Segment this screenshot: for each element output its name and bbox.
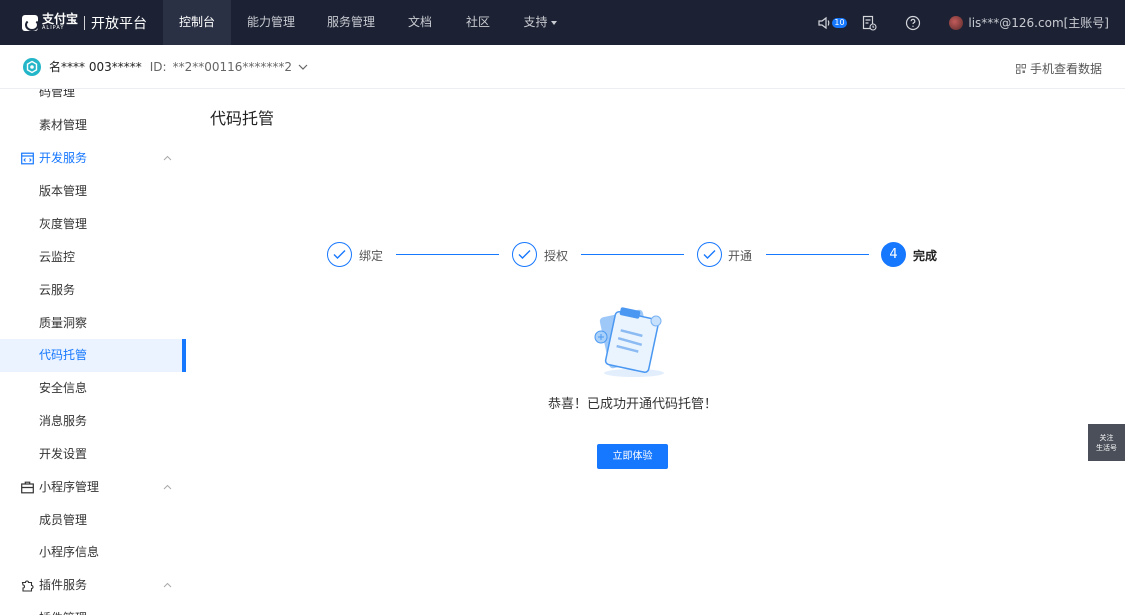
nav-capability-management[interactable]: 能力管理 [231,0,311,45]
nav-support-label: 支持 [523,15,548,29]
page-title: 代码托管 [210,109,275,128]
step-2-label: 授权 [544,249,569,263]
sidebar-item-quality-insight[interactable]: 质量洞察 [0,307,186,340]
alipay-logo[interactable]: 支付宝 ALIPAY 开放平台 [0,0,163,45]
step-1-label: 绑定 [359,249,384,263]
logo-divider [84,15,86,30]
sidebar-item-miniapp-info[interactable]: 小程序信息 [0,536,186,569]
sidebar-item-message-service[interactable]: 消息服务 [0,405,186,438]
sidebar-item-code-management[interactable]: 码管理 [0,89,186,109]
nav-community[interactable]: 社区 [449,0,507,45]
sidebar-item-materials[interactable]: 素材管理 [0,109,186,142]
sidebar-item-dev-settings[interactable]: 开发设置 [0,438,186,471]
sidebar-item-cloud-service[interactable]: 云服务 [0,274,186,307]
clipboard-success-illustration [594,307,664,377]
nav-support[interactable]: 支持 [507,0,573,45]
chevron-down-icon[interactable] [298,62,308,72]
sidebar-group-miniapp-management[interactable]: 小程序管理 [0,471,186,504]
success-message: 恭喜！已成功开通代码托管！ [547,397,717,412]
briefcase-icon [21,481,34,494]
sidebar-item-version-management[interactable]: 版本管理 [0,175,186,208]
notification-speaker-icon[interactable]: 10 [817,15,847,31]
top-navigation-bar: 支付宝 ALIPAY 开放平台 控制台 能力管理 服务管理 文档 社区 支持 1… [0,0,1125,45]
step-2-check-icon [512,242,537,267]
sidebar-group-label: 开发服务 [39,151,88,165]
sidebar-item-security-info[interactable]: 安全信息 [0,372,186,405]
sidebar-group-label: 小程序管理 [39,480,100,494]
nav-right-tools: 10 lis***@126.com[主账号] [817,0,1125,45]
step-connector [396,254,499,255]
qrcode-icon [1015,63,1026,74]
app-logo-icon [23,57,41,76]
step-4-number: 4 [881,242,906,267]
nav-docs[interactable]: 文档 [391,0,449,45]
puzzle-icon [21,580,34,592]
life-account-label: 生活号 [1096,444,1117,452]
platform-title: 开放平台 [91,15,148,32]
follow-life-account-tab[interactable]: 关注 生活号 [1088,424,1125,461]
document-clock-icon[interactable] [861,15,877,31]
code-window-icon [21,152,34,165]
chevron-up-icon [163,582,172,588]
sidebar-group-label: 插件服务 [39,578,88,592]
step-4-label: 完成 [913,249,938,263]
mobile-view-data-link[interactable]: 手机查看数据 [1015,60,1102,77]
alipay-logo-icon [22,14,39,31]
mobile-view-data-label: 手机查看数据 [1029,62,1102,76]
sidebar-item-plugin-management[interactable]: 插件管理 [0,602,186,615]
main-nav: 控制台 能力管理 服务管理 文档 社区 支持 [163,0,573,45]
main-content: 代码托管 绑定 授权 开通 4 完成 恭喜！已成功开通代码托管！ 立即体验 [186,89,1125,615]
app-id-label: ID: [149,59,167,74]
sidebar-item-code-hosting[interactable]: 代码托管 [0,339,186,372]
app-id: **2**00116*******2 [172,59,293,74]
sidebar-group-plugin-services[interactable]: 插件服务 [0,569,186,602]
nav-service-management[interactable]: 服务管理 [311,0,391,45]
progress-steps: 绑定 授权 开通 4 完成 [186,241,1125,269]
nav-console[interactable]: 控制台 [163,0,231,45]
app-name[interactable]: 名**** 003***** [49,58,142,75]
sidebar: 码管理 素材管理 开发服务 版本管理 灰度管理 云监控 云服务 质量洞察 代码托… [0,89,186,615]
user-account[interactable]: lis***@126.com[主账号] [968,14,1109,31]
logo-en: ALIPAY [42,25,65,31]
chevron-down-icon [550,20,557,25]
sidebar-item-cloud-monitor[interactable]: 云监控 [0,241,186,274]
user-avatar[interactable] [949,15,964,30]
help-icon[interactable] [905,15,921,31]
chevron-up-icon [163,484,172,490]
logo-text: 支付宝 ALIPAY [42,12,79,31]
chevron-up-icon [163,155,172,161]
step-3-check-icon [697,242,722,267]
try-now-button[interactable]: 立即体验 [597,444,668,469]
notification-badge: 10 [832,17,847,28]
sidebar-item-member-management[interactable]: 成员管理 [0,504,186,537]
app-selector-bar: 名**** 003***** ID: **2**00116*******2 手机… [0,45,1125,89]
step-1-check-icon [327,242,352,267]
follow-label: 关注 [1099,434,1114,442]
step-connector [766,254,869,255]
sidebar-item-gray-release[interactable]: 灰度管理 [0,208,186,241]
sidebar-group-dev-services[interactable]: 开发服务 [0,142,186,175]
step-connector [581,254,684,255]
step-3-label: 开通 [728,249,753,263]
logo-cn: 支付宝 [42,12,79,26]
